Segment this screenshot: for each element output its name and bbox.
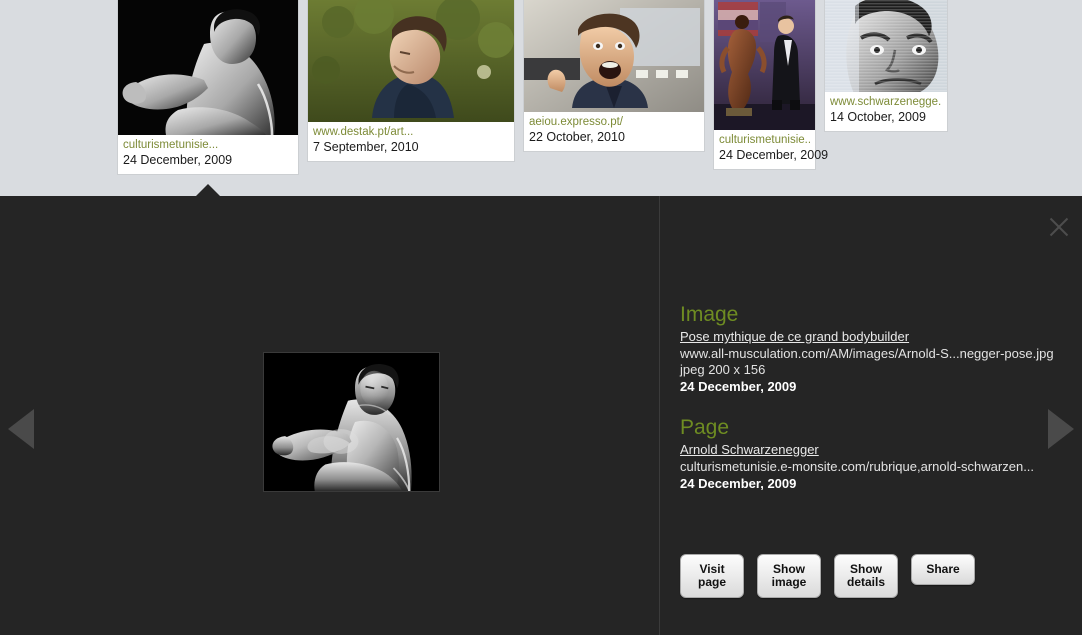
thumbnail-url: www.schwarzenegge... [830, 96, 942, 108]
thumbnail-meta: www.schwarzenegge... 14 October, 2009 [825, 92, 947, 131]
previous-image-arrow[interactable] [8, 409, 34, 449]
page-url: culturismetunisie.e-monsite.com/rubrique… [680, 459, 1035, 474]
show-image-button[interactable]: Show image [757, 554, 821, 598]
info-panel: Image Pose mythique de ce grand bodybuil… [660, 196, 1082, 635]
thumbnail-date: 22 October, 2010 [529, 130, 625, 144]
thumbnail-list: culturismetunisie... 24 December, 2009 ww… [118, 0, 947, 196]
thumbnail-url: www.destak.pt/art... [313, 126, 414, 138]
thumbnail-card[interactable]: www.schwarzenegge... 14 October, 2009 [825, 0, 947, 131]
thumbnail-image[interactable] [524, 0, 704, 112]
thumbnail-date: 24 December, 2009 [123, 153, 233, 167]
thumbnail-url: culturismetunisie... [123, 139, 219, 151]
thumbnail-date: 24 December, 2009 [719, 148, 829, 162]
page-title-link[interactable]: Arnold Schwarzenegger [680, 441, 819, 458]
page-info-section: Page Arnold Schwarzenegger culturismetun… [680, 415, 1068, 492]
thumbnail-date: 14 October, 2009 [830, 110, 926, 124]
image-stage [0, 196, 660, 635]
thumbnail-meta: culturismetunisie... 24 December, 2009 [714, 130, 829, 169]
viewer-area: Image Pose mythique de ce grand bodybuil… [0, 196, 1082, 635]
share-button[interactable]: Share [911, 554, 976, 585]
selected-thumbnail-pointer [196, 184, 220, 196]
thumbnail-card[interactable]: aeiou.expresso.pt/22 October, 2010 [524, 0, 704, 151]
main-image-graphic [264, 353, 439, 491]
page-date: 24 December, 2009 [680, 476, 797, 491]
thumbnail-url: aeiou.expresso.pt/ [529, 116, 623, 128]
main-image[interactable] [263, 352, 440, 492]
thumbnail-date: 7 September, 2010 [313, 140, 419, 154]
image-viewer-overlay: culturismetunisie... 24 December, 2009 ww… [0, 0, 1082, 635]
thumbnail-card[interactable]: www.destak.pt/art... 7 September, 2010 [308, 0, 514, 161]
button-label-line1: Share [926, 562, 960, 576]
image-info-section: Image Pose mythique de ce grand bodybuil… [680, 302, 1068, 395]
button-label-line2: details [847, 575, 886, 589]
thumbnail-meta: aeiou.expresso.pt/22 October, 2010 [524, 112, 704, 151]
thumbnail-image[interactable] [308, 0, 514, 122]
info-panel-body: Image Pose mythique de ce grand bodybuil… [680, 302, 1068, 512]
thumbnail-url: culturismetunisie... [719, 134, 810, 146]
thumbnail-meta: culturismetunisie... 24 December, 2009 [118, 135, 298, 174]
thumbnail-image[interactable] [714, 0, 815, 130]
page-section-heading: Page [680, 416, 730, 439]
action-button-row: Visit page Show image Show details Share [680, 554, 976, 598]
show-details-button[interactable]: Show details [834, 554, 899, 598]
image-section-heading: Image [680, 303, 739, 326]
image-format: jpeg 200 x 156 [680, 362, 766, 377]
thumbnail-image[interactable] [118, 0, 298, 135]
thumbnail-image[interactable] [825, 0, 947, 92]
thumbnail-filmstrip[interactable]: culturismetunisie... 24 December, 2009 ww… [0, 0, 1082, 196]
thumbnail-card[interactable]: culturismetunisie... 24 December, 2009 [118, 0, 298, 174]
button-label-line2: page [697, 575, 726, 589]
thumbnail-card[interactable]: culturismetunisie... 24 December, 2009 [714, 0, 829, 169]
visit-page-button[interactable]: Visit page [680, 554, 744, 598]
close-icon[interactable] [1044, 212, 1074, 242]
thumbnail-meta: www.destak.pt/art... 7 September, 2010 [308, 122, 514, 161]
image-url: www.all-musculation.com/AM/images/Arnold… [680, 346, 1054, 361]
image-date: 24 December, 2009 [680, 379, 797, 394]
image-title-link[interactable]: Pose mythique de ce grand bodybuilder [680, 328, 909, 345]
button-label-line2: image [771, 575, 807, 589]
